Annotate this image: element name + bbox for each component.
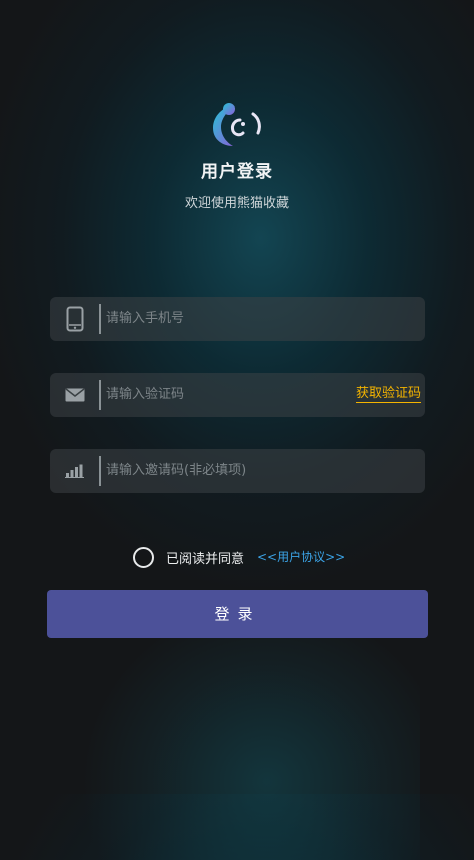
verification-code-field[interactable]: 请输入验证码 获取验证码 <box>50 373 425 417</box>
field-separator <box>99 304 101 334</box>
invite-placeholder: 请输入邀请码(非必填项) <box>106 463 247 478</box>
field-separator <box>99 380 101 410</box>
login-button[interactable]: 登录 <box>47 590 428 638</box>
mail-icon <box>62 373 88 417</box>
signal-bars-icon <box>62 449 88 493</box>
agreement-checkbox[interactable] <box>133 547 154 568</box>
get-code-button[interactable]: 获取验证码 <box>355 386 421 403</box>
page-title: 用户登录 <box>201 162 273 182</box>
phone-placeholder: 请输入手机号 <box>106 311 185 326</box>
welcome-subtitle: 欢迎使用熊猫收藏 <box>184 196 289 211</box>
background-glow <box>80 600 420 860</box>
app-logo-icon <box>213 103 261 146</box>
phone-field[interactable]: 请输入手机号 <box>50 297 425 341</box>
user-agreement-link[interactable]: <<用户协议>> <box>257 548 345 565</box>
field-separator <box>99 456 101 486</box>
code-placeholder: 请输入验证码 <box>106 387 185 402</box>
phone-icon <box>62 297 88 341</box>
agreement-text: 已阅读并同意 <box>166 552 245 567</box>
invite-code-field[interactable]: 请输入邀请码(非必填项) <box>50 449 425 493</box>
